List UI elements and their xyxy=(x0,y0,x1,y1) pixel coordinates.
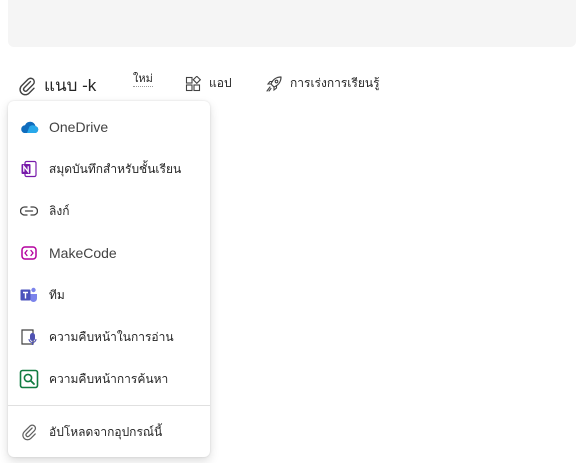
apps-grid-icon xyxy=(185,75,201,91)
message-input-area[interactable] xyxy=(8,0,576,47)
onenote-icon xyxy=(19,159,39,179)
accelerators-label: การเร่งการเรียนรู้ xyxy=(290,76,380,90)
menu-item-label: MakeCode xyxy=(49,245,117,261)
rocket-icon xyxy=(266,75,282,92)
menu-item-makecode[interactable]: MakeCode xyxy=(8,232,210,274)
assignment-toolbar: แนบ -k ใหม่ แอป การเร่งการเรียนรู้ xyxy=(0,64,576,104)
menu-item-label: ความคืบหน้าการค้นหา xyxy=(49,371,169,386)
menu-item-label: ทีม xyxy=(49,287,65,302)
menu-item-label: อัปโหลดจากอุปกรณ์นี้ xyxy=(49,424,163,439)
apps-button[interactable]: แอป xyxy=(185,74,232,93)
paperclip-icon xyxy=(19,77,35,95)
apps-label: แอป xyxy=(209,76,232,90)
menu-item-upload-from-device[interactable]: อัปโหลดจากอุปกรณ์นี้ xyxy=(8,411,210,453)
menu-item-teams[interactable]: ทีม xyxy=(8,274,210,316)
attach-dropdown-menu: OneDrive สมุดบันทึกสำหรับชั้นเรียน ลิงก์ xyxy=(8,101,210,457)
attach-label: แนบ -k xyxy=(44,76,97,95)
menu-item-reading-progress[interactable]: ความคืบหน้าในการอ่าน xyxy=(8,316,210,358)
menu-item-search-progress[interactable]: ความคืบหน้าการค้นหา xyxy=(8,358,210,400)
menu-item-label: สมุดบันทึกสำหรับชั้นเรียน xyxy=(49,161,182,176)
learning-accelerators-button[interactable]: การเร่งการเรียนรู้ xyxy=(265,74,380,93)
onedrive-icon xyxy=(19,117,39,137)
search-progress-icon xyxy=(19,369,39,389)
menu-item-label: OneDrive xyxy=(49,119,109,135)
menu-item-label: ลิงก์ xyxy=(49,203,70,218)
paperclip-icon xyxy=(19,422,39,442)
menu-item-link[interactable]: ลิงก์ xyxy=(8,190,210,232)
new-button[interactable]: ใหม่ xyxy=(133,72,153,87)
menu-item-onedrive[interactable]: OneDrive xyxy=(8,106,210,148)
attach-button[interactable]: แนบ -k xyxy=(18,72,96,99)
reading-progress-icon xyxy=(19,327,39,347)
new-label: ใหม่ xyxy=(133,73,153,85)
teams-icon xyxy=(19,285,39,305)
makecode-icon xyxy=(19,243,39,263)
link-icon xyxy=(19,201,39,221)
menu-divider xyxy=(8,405,210,406)
menu-item-class-notebook[interactable]: สมุดบันทึกสำหรับชั้นเรียน xyxy=(8,148,210,190)
menu-item-label: ความคืบหน้าในการอ่าน xyxy=(49,329,174,344)
